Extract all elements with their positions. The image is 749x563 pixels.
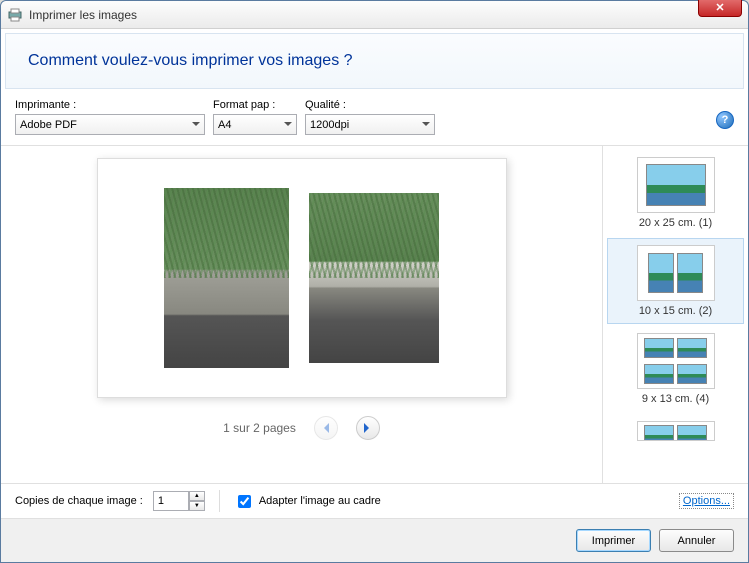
print-pictures-dialog: Imprimer les images ✕ Comment voulez-vou… <box>0 0 749 563</box>
pager: 1 sur 2 pages <box>223 416 380 440</box>
layouts-column[interactable]: 20 x 25 cm. (1) 10 x 15 cm. (2) 9 x 13 c… <box>603 146 748 483</box>
fit-checkbox[interactable] <box>238 495 251 508</box>
layout-label: 10 x 15 cm. (2) <box>639 305 712 317</box>
main-area: 1 sur 2 pages 20 x 25 cm. (1) 10 x 15 cm… <box>1 146 748 483</box>
layout-thumb <box>637 421 715 441</box>
separator <box>219 490 220 512</box>
thumb-cell <box>644 364 674 384</box>
printer-icon <box>7 7 23 23</box>
layout-thumb <box>637 333 715 389</box>
close-button[interactable]: ✕ <box>698 0 742 17</box>
thumb-cell <box>644 425 674 441</box>
quality-label: Qualité : <box>305 99 435 111</box>
titlebar: Imprimer les images ✕ <box>1 1 748 29</box>
header-band: Comment voulez-vous imprimer vos images … <box>5 33 744 89</box>
preview-photo-2 <box>309 193 439 363</box>
thumb-cell <box>648 253 674 293</box>
quality-group: Qualité : 1200dpi <box>305 99 435 135</box>
copies-spinner: ▲ ▼ <box>153 491 205 511</box>
layout-item-9x13[interactable]: 9 x 13 cm. (4) <box>607 326 744 412</box>
page-heading: Comment voulez-vous imprimer vos images … <box>28 52 721 70</box>
spin-buttons: ▲ ▼ <box>189 491 205 511</box>
printer-label: Imprimante : <box>15 99 205 111</box>
chevron-right-icon <box>364 423 374 433</box>
layout-item-more[interactable] <box>607 414 744 448</box>
controls-row: Imprimante : Adobe PDF Format pap : A4 Q… <box>1 93 748 146</box>
layout-thumb <box>637 245 715 301</box>
printer-select[interactable]: Adobe PDF <box>15 114 205 135</box>
layout-label: 20 x 25 cm. (1) <box>639 217 712 229</box>
spin-down-button[interactable]: ▼ <box>189 501 205 511</box>
thumb-cell <box>677 253 703 293</box>
thumb-cell <box>677 425 707 441</box>
thumb-cell <box>644 338 674 358</box>
pager-text: 1 sur 2 pages <box>223 421 296 435</box>
copies-input[interactable] <box>153 491 189 511</box>
fit-label: Adapter l'image au cadre <box>259 495 381 507</box>
paper-group: Format pap : A4 <box>213 99 297 135</box>
thumb-cell <box>646 164 706 206</box>
printer-group: Imprimante : Adobe PDF <box>15 99 205 135</box>
buttons-row: Imprimer Annuler <box>1 518 748 562</box>
layout-item-20x25[interactable]: 20 x 25 cm. (1) <box>607 150 744 236</box>
cancel-button[interactable]: Annuler <box>659 529 734 552</box>
spin-up-button[interactable]: ▲ <box>189 491 205 501</box>
layout-label: 9 x 13 cm. (4) <box>642 393 709 405</box>
help-button[interactable]: ? <box>716 111 734 129</box>
layout-item-10x15[interactable]: 10 x 15 cm. (2) <box>607 238 744 324</box>
thumb-cell <box>677 338 707 358</box>
thumb-cell <box>677 364 707 384</box>
chevron-left-icon <box>319 423 329 433</box>
paper-label: Format pap : <box>213 99 297 111</box>
fit-checkbox-wrap: Adapter l'image au cadre <box>234 492 381 511</box>
preview-photo-1 <box>164 188 289 368</box>
footer-row: Copies de chaque image : ▲ ▼ Adapter l'i… <box>1 483 748 518</box>
window-title: Imprimer les images <box>29 8 137 22</box>
quality-select[interactable]: 1200dpi <box>305 114 435 135</box>
options-link[interactable]: Options... <box>679 493 734 509</box>
next-page-button[interactable] <box>356 416 380 440</box>
layout-thumb <box>637 157 715 213</box>
print-button[interactable]: Imprimer <box>576 529 651 552</box>
paper-select[interactable]: A4 <box>213 114 297 135</box>
preview-column: 1 sur 2 pages <box>1 146 603 483</box>
page-preview <box>97 158 507 398</box>
prev-page-button[interactable] <box>314 416 338 440</box>
copies-label: Copies de chaque image : <box>15 495 143 507</box>
